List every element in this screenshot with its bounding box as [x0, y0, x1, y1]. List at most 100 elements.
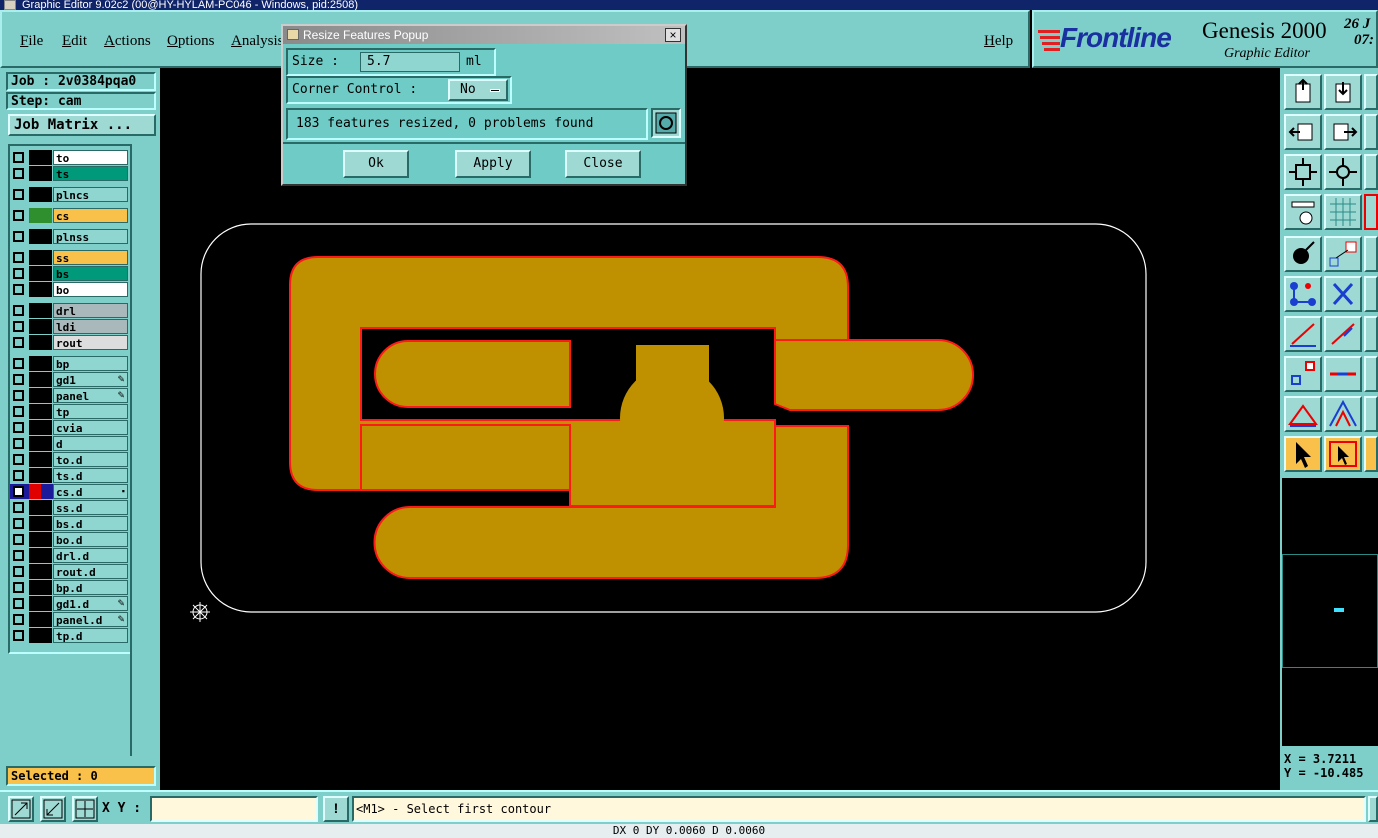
layer-color-swatch[interactable]: [29, 266, 52, 281]
mini-map[interactable]: [1282, 478, 1378, 746]
layer-row[interactable]: tp.d: [10, 628, 128, 643]
layer-checkbox[interactable]: [13, 321, 24, 332]
zoom-center-button[interactable]: [1324, 154, 1362, 190]
status-right-button[interactable]: [1368, 796, 1378, 822]
layer-checkbox[interactable]: [13, 268, 24, 279]
layer-name[interactable]: plnss: [53, 229, 128, 244]
layer-name[interactable]: bs.d: [53, 516, 128, 531]
zoom-out-button[interactable]: [40, 796, 66, 822]
layer-name[interactable]: ss: [53, 250, 128, 265]
layer-row[interactable]: rout.d: [10, 564, 128, 579]
layer-row[interactable]: tp: [10, 404, 128, 419]
layer-checkbox[interactable]: [13, 284, 24, 295]
layer-color-swatch[interactable]: [29, 372, 52, 387]
layer-name[interactable]: bo.d: [53, 532, 128, 547]
layer-scrollbar[interactable]: [130, 144, 158, 756]
layer-checkbox[interactable]: [13, 486, 24, 497]
close-button[interactable]: Close: [565, 150, 641, 178]
layer-name[interactable]: tp.d: [53, 628, 128, 643]
layer-color-swatch[interactable]: [29, 388, 52, 403]
layer-color-swatch[interactable]: [29, 356, 52, 371]
layer-row[interactable]: panel.d ✎: [10, 612, 128, 627]
layer-checkbox[interactable]: [13, 614, 24, 625]
layer-color-swatch[interactable]: [29, 612, 52, 627]
layer-row[interactable]: cvia: [10, 420, 128, 435]
layer-checkbox[interactable]: [13, 231, 24, 242]
layer-name[interactable]: tp: [53, 404, 128, 419]
layer-color-swatch[interactable]: [29, 303, 52, 318]
layer-checkbox[interactable]: [13, 630, 24, 641]
layer-color-swatch[interactable]: [29, 335, 52, 350]
layer-row[interactable]: cs.d ▪: [10, 484, 128, 499]
layer-name[interactable]: ldi: [53, 319, 128, 334]
layer-row[interactable]: cs: [10, 208, 128, 223]
layer-color-swatch[interactable]: [29, 150, 52, 165]
layer-name[interactable]: cvia: [53, 420, 128, 435]
layer-row[interactable]: gd1 ✎: [10, 372, 128, 387]
layer-name[interactable]: rout: [53, 335, 128, 350]
layer-row[interactable]: bp: [10, 356, 128, 371]
layer-color-swatch[interactable]: [29, 229, 52, 244]
layer-name[interactable]: to.d: [53, 452, 128, 467]
measure-button[interactable]: [1284, 356, 1322, 392]
layer-color-swatch[interactable]: [29, 404, 52, 419]
undo-button[interactable]: [1364, 114, 1378, 150]
layer-checkbox[interactable]: [13, 534, 24, 545]
home-button[interactable]: [1364, 74, 1378, 110]
layer-checkbox[interactable]: [13, 454, 24, 465]
layer-checkbox[interactable]: [13, 189, 24, 200]
layer-checkbox[interactable]: [13, 518, 24, 529]
layer-color-swatch[interactable]: [29, 420, 52, 435]
layer-color-swatch[interactable]: [29, 208, 52, 223]
layer-name[interactable]: to: [53, 150, 128, 165]
more-button-2[interactable]: [1364, 276, 1378, 312]
layer-color-swatch[interactable]: [29, 484, 41, 499]
layer-row[interactable]: bo: [10, 282, 128, 297]
corner-control-select[interactable]: No: [448, 79, 508, 101]
layer-color-swatch[interactable]: [29, 500, 52, 515]
layer-name[interactable]: ts: [53, 166, 128, 181]
ok-button[interactable]: Ok: [343, 150, 409, 178]
layer-name[interactable]: drl: [53, 303, 128, 318]
layer-row[interactable]: ss: [10, 250, 128, 265]
layer-color-swatch[interactable]: [29, 516, 52, 531]
layer-row[interactable]: plnss: [10, 229, 128, 244]
layer-checkbox[interactable]: [13, 598, 24, 609]
more-button-1[interactable]: [1364, 236, 1378, 272]
layer-row[interactable]: bo.d: [10, 532, 128, 547]
layer-color-swatch[interactable]: [29, 187, 52, 202]
tools-button[interactable]: [1284, 194, 1322, 230]
layer-checkbox[interactable]: [13, 502, 24, 513]
snap-button[interactable]: [1364, 194, 1378, 230]
layer-name[interactable]: ts.d: [53, 468, 128, 483]
layer-row[interactable]: to.d: [10, 452, 128, 467]
layer-row[interactable]: bp.d: [10, 580, 128, 595]
layer-color-swatch[interactable]: [29, 250, 52, 265]
layer-row[interactable]: ldi: [10, 319, 128, 334]
layer-row[interactable]: drl: [10, 303, 128, 318]
layer-row[interactable]: plncs: [10, 187, 128, 202]
layer-checkbox[interactable]: [13, 422, 24, 433]
job-matrix-button[interactable]: Job Matrix ...: [8, 114, 156, 136]
peak-tool-button[interactable]: [1324, 396, 1362, 432]
layer-checkbox[interactable]: [13, 374, 24, 385]
cross-button[interactable]: [1324, 276, 1362, 312]
menu-edit[interactable]: Edit: [62, 33, 87, 50]
layer-name[interactable]: cs: [53, 208, 128, 223]
layer-checkbox[interactable]: [13, 390, 24, 401]
menu-file[interactable]: File: [20, 33, 43, 50]
layer-row[interactable]: panel ✎: [10, 388, 128, 403]
more-button-4[interactable]: [1364, 356, 1378, 392]
add-feature-button[interactable]: [1324, 236, 1362, 272]
layer-name[interactable]: d: [53, 436, 128, 451]
layer-color-swatch[interactable]: [29, 548, 52, 563]
layer-color-swatch[interactable]: [29, 532, 52, 547]
layer-row[interactable]: gd1.d ✎: [10, 596, 128, 611]
select-more-button[interactable]: [1364, 436, 1378, 472]
grid-button[interactable]: [1324, 194, 1362, 230]
layer-checkbox[interactable]: [13, 358, 24, 369]
layer-color-swatch[interactable]: [29, 452, 52, 467]
layer-checkbox[interactable]: [13, 252, 24, 263]
menu-options[interactable]: Options: [167, 33, 215, 50]
highlight-problems-icon[interactable]: [651, 108, 681, 138]
